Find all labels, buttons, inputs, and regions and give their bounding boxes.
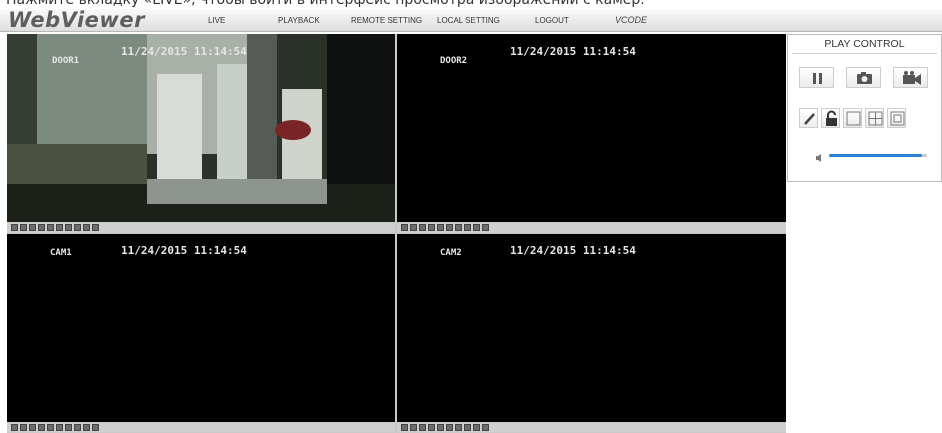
pause-icon[interactable] [20, 224, 27, 231]
camera-timestamp: 11/24/2015 11:14:54 [121, 244, 247, 257]
edit-icon[interactable] [464, 224, 471, 231]
camera-controls-cam2 [397, 423, 786, 432]
edit-icon[interactable] [464, 424, 471, 431]
pen-icon [804, 113, 815, 125]
snapshot-icon[interactable] [47, 424, 54, 431]
minimize-icon[interactable] [419, 424, 426, 431]
record-icon [903, 71, 921, 85]
record-button[interactable] [893, 67, 928, 88]
minimize-icon[interactable] [29, 424, 36, 431]
edit-icon[interactable] [473, 224, 480, 231]
audio-icon[interactable] [482, 224, 489, 231]
camera-view-door2[interactable]: DOOR2 11/24/2015 11:14:54 [397, 34, 786, 222]
vendor-logo: VCODE [615, 15, 648, 25]
audio-icon[interactable] [482, 424, 489, 431]
single-view-button[interactable] [843, 108, 862, 128]
single-view-icon [846, 111, 861, 126]
close-icon[interactable] [428, 424, 435, 431]
speaker-icon[interactable] [815, 150, 823, 162]
camera-view-cam2[interactable]: CAM2 11/24/2015 11:14:54 [397, 234, 786, 422]
nav-live[interactable]: LIVE [208, 16, 225, 25]
pause-icon[interactable] [410, 424, 417, 431]
play-icon[interactable] [401, 424, 408, 431]
snapshot-button[interactable] [846, 67, 881, 88]
edit-icon[interactable] [74, 224, 81, 231]
camera-name: DOOR2 [440, 56, 468, 66]
pause-icon[interactable] [20, 424, 27, 431]
zoom-in-icon[interactable] [65, 224, 72, 231]
record-icon[interactable] [56, 224, 63, 231]
pen-button[interactable] [799, 108, 818, 128]
volume-slider[interactable] [829, 154, 927, 157]
app-brand: WebViewer [8, 8, 145, 32]
camera-name: CAM2 [440, 248, 462, 258]
close-icon[interactable] [38, 424, 45, 431]
edit-icon[interactable] [83, 424, 90, 431]
camera-name: CAM1 [50, 248, 72, 258]
camera-timestamp: 11/24/2015 11:14:54 [121, 45, 247, 58]
zoom-in-icon[interactable] [65, 424, 72, 431]
top-navigation-bar: WebViewer LIVE PLAYBACK REMOTE SETTING L… [0, 8, 942, 32]
nav-remote-setting[interactable]: REMOTE SETTING [351, 16, 422, 25]
camera-timestamp: 11/24/2015 11:14:54 [510, 244, 636, 257]
snapshot-icon[interactable] [47, 224, 54, 231]
pause-icon[interactable] [410, 224, 417, 231]
camera-view-cam1[interactable]: CAM1 11/24/2015 11:14:54 [7, 234, 395, 422]
camera-controls-door2 [397, 223, 786, 232]
snapshot-icon [857, 72, 872, 84]
record-icon[interactable] [56, 424, 63, 431]
zoom-in-icon[interactable] [455, 424, 462, 431]
snapshot-icon[interactable] [437, 424, 444, 431]
panel-title: PLAY CONTROL [824, 38, 905, 50]
minimize-icon[interactable] [29, 224, 36, 231]
pause-button[interactable] [799, 67, 834, 88]
record-icon[interactable] [446, 224, 453, 231]
caption-text: Нажмите вкладку «LIVE», чтобы войти в ин… [6, 0, 645, 8]
edit-icon[interactable] [473, 424, 480, 431]
nav-logout[interactable]: LOGOUT [535, 16, 569, 25]
camera-view-door1[interactable]: DOOR1 11/24/2015 11:14:54 [7, 34, 395, 222]
play-control-panel: PLAY CONTROL [787, 34, 942, 182]
minimize-icon[interactable] [419, 224, 426, 231]
camera-controls-door1 [7, 223, 395, 232]
nav-local-setting[interactable]: LOCAL SETTING [437, 16, 500, 25]
unlock-icon [826, 110, 837, 126]
unlock-button[interactable] [821, 108, 840, 128]
camera-name: DOOR1 [52, 56, 80, 66]
play-icon[interactable] [11, 424, 18, 431]
close-icon[interactable] [38, 224, 45, 231]
edit-icon[interactable] [74, 424, 81, 431]
zoom-in-icon[interactable] [455, 224, 462, 231]
fullscreen-button[interactable] [887, 108, 906, 128]
audio-icon[interactable] [92, 224, 99, 231]
camera-controls-cam1 [7, 423, 395, 432]
volume-level [829, 154, 923, 157]
pause-icon [813, 73, 822, 84]
snapshot-icon[interactable] [437, 224, 444, 231]
camera-timestamp: 11/24/2015 11:14:54 [510, 45, 636, 58]
audio-icon[interactable] [92, 424, 99, 431]
quad-view-button[interactable] [865, 108, 884, 128]
quad-view-icon [868, 111, 883, 126]
nav-playback[interactable]: PLAYBACK [278, 16, 320, 25]
play-icon[interactable] [11, 224, 18, 231]
record-icon[interactable] [446, 424, 453, 431]
close-icon[interactable] [428, 224, 435, 231]
edit-icon[interactable] [83, 224, 90, 231]
camera-grid: DOOR1 11/24/2015 11:14:54 DOOR2 11/24/20… [7, 34, 786, 433]
play-icon[interactable] [401, 224, 408, 231]
panel-divider [792, 53, 937, 54]
fullscreen-icon [890, 111, 905, 126]
